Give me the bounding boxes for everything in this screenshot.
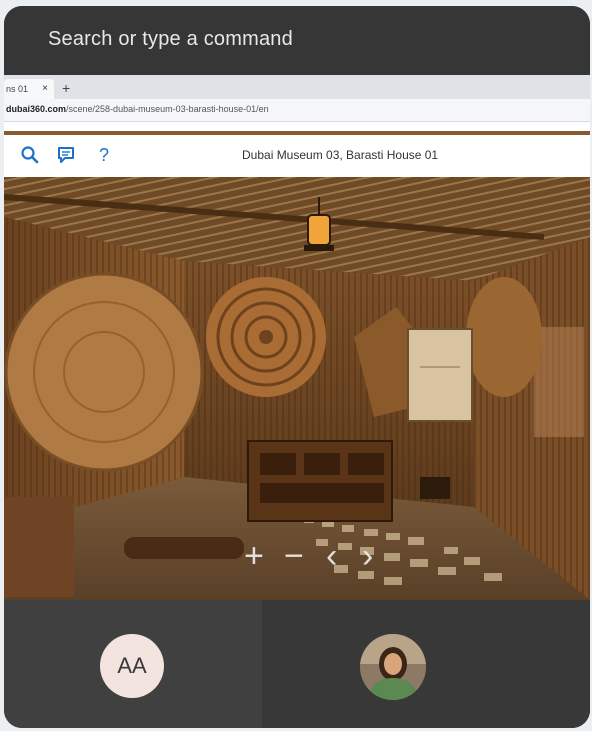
browser-tab-strip: ns 01 × +	[4, 75, 590, 99]
tour-title: Dubai Museum 03, Barasti House 01	[242, 148, 439, 162]
participant-tile[interactable]: AA	[4, 600, 262, 728]
tour-header: ? Dubai Museum 03, Barasti House 01	[4, 131, 590, 177]
chat-icon[interactable]	[56, 145, 76, 165]
zoom-in-button[interactable]: +	[244, 539, 264, 573]
pan-right-button[interactable]: ›	[362, 539, 373, 573]
tab-close-icon[interactable]: ×	[42, 79, 48, 99]
command-search-placeholder[interactable]: Search or type a command	[48, 28, 293, 51]
zoom-out-button[interactable]: −	[284, 539, 304, 573]
avatar-photo	[360, 634, 426, 700]
new-tab-button[interactable]: +	[62, 79, 70, 97]
pan-left-button[interactable]: ‹	[326, 539, 337, 573]
url-path: /scene/258-dubai-museum-03-barasti-house…	[66, 104, 269, 114]
browser-tab-title: ns 01	[6, 84, 29, 94]
avatar: AA	[100, 634, 164, 698]
command-bar[interactable]: Search or type a command	[4, 6, 590, 75]
participant-tile[interactable]	[262, 600, 590, 728]
search-icon[interactable]	[20, 145, 40, 165]
browser-tab[interactable]: ns 01 ×	[4, 79, 54, 99]
address-url[interactable]: dubai360.com/scene/258-dubai-museum-03-b…	[6, 104, 269, 114]
participant-strip: AA	[4, 600, 590, 728]
address-bar[interactable]: dubai360.com/scene/258-dubai-museum-03-b…	[4, 99, 590, 122]
shared-browser-window: ns 01 × + dubai360.com/scene/258-dubai-m…	[4, 75, 590, 600]
panorama-viewer[interactable]: + − ‹ ›	[4, 177, 590, 600]
help-icon[interactable]: ?	[94, 145, 114, 165]
person-photo	[360, 634, 426, 700]
url-host: dubai360.com	[6, 104, 67, 114]
meeting-window: Search or type a command ns 01 × + dubai…	[4, 6, 590, 728]
